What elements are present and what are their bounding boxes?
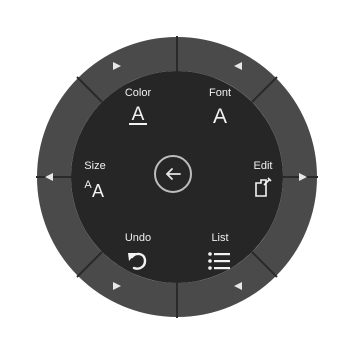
menu-item-list[interactable]: List [185,232,255,273]
menu-item-font[interactable]: Font A [185,87,255,128]
menu-item-edit[interactable]: Edit [228,160,298,201]
menu-item-undo[interactable]: Undo [103,232,173,273]
back-button[interactable] [154,155,192,193]
back-arrow-icon [156,157,190,191]
svg-text:A: A [213,105,227,128]
undo-icon [103,247,173,273]
font-color-icon: A [103,102,173,128]
font-size-icon: A A [60,175,130,201]
menu-item-size[interactable]: Size A A [60,160,130,201]
menu-item-label: Undo [124,232,152,244]
menu-item-label: Size [84,160,106,172]
menu-item-label: List [211,232,229,244]
edit-icon [228,175,298,201]
svg-text:A: A [132,104,145,125]
menu-item-color[interactable]: Color A [103,87,173,128]
font-icon: A [185,102,255,128]
menu-item-label: Color [124,87,152,99]
menu-item-label: Edit [253,160,273,172]
menu-item-label: Font [208,87,231,99]
list-icon [185,247,255,273]
svg-text:A: A [92,181,104,201]
radial-menu: Color A Font A Size A A Edit Undo List [0,0,349,349]
